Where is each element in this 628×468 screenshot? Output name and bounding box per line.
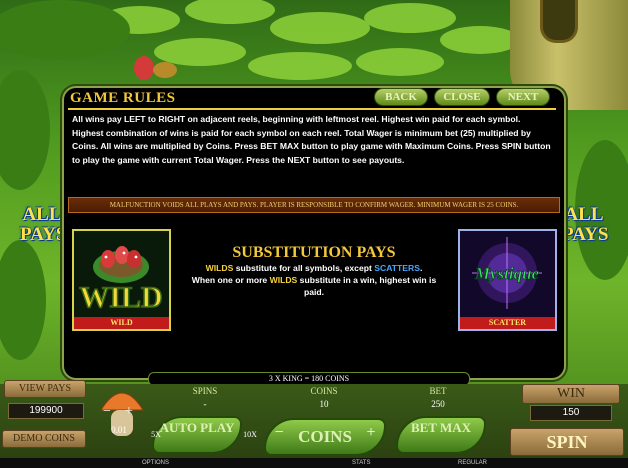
substitution-text-part: substitute in a win, highest win is paid… — [297, 275, 437, 297]
bet-max-label: BET MAX — [410, 420, 472, 435]
substitution-title: SUBSTITUTION PAYS — [232, 244, 396, 261]
autoplay-10x-button[interactable]: 10X — [240, 430, 260, 439]
substitution-text-part: substitute for all symbols, except — [233, 263, 375, 273]
regular-link[interactable]: REGULAR — [458, 458, 487, 468]
substitution-text-part: When one or more — [191, 275, 270, 285]
wild-label: WILD — [74, 317, 169, 329]
coins-minus-button[interactable]: − — [272, 424, 286, 442]
all-pays-left-label: ALL PAYS — [20, 204, 67, 245]
spins-label: SPINS — [192, 386, 218, 396]
next-button[interactable]: NEXT — [496, 88, 550, 106]
scatter-art-text: Mystique — [474, 264, 540, 283]
coin-value-minus-button[interactable]: − — [100, 404, 114, 420]
win-display: 150 — [530, 405, 612, 421]
wild-art-text: WILD — [79, 281, 162, 314]
scatter-symbol-art: Mystique — [472, 237, 542, 309]
balance-display: 199900 — [8, 403, 84, 419]
auto-play-button[interactable]: AUTO PLAY — [152, 416, 242, 454]
substitution-text-part: . — [419, 263, 423, 273]
spins-value: - — [203, 399, 207, 409]
view-pays-button[interactable]: VIEW PAYS — [4, 380, 86, 398]
wild-symbol-art: WILD — [79, 246, 163, 315]
demo-coins-label: DEMO COINS — [2, 430, 86, 448]
bet-label: BET — [429, 386, 447, 396]
spin-button[interactable]: SPIN — [510, 428, 624, 456]
autoplay-5x-button[interactable]: 5X — [148, 430, 164, 439]
win-label: WIN — [522, 384, 620, 404]
status-bar: OPTIONS STATS REGULAR — [0, 458, 628, 468]
stats-link[interactable]: STATS — [352, 458, 370, 468]
wild-symbol-card: WILD WILD — [72, 229, 171, 331]
wilds-highlight: WILDS — [269, 275, 298, 285]
bet-value: 250 — [431, 399, 445, 409]
coins-label: COINS — [310, 386, 338, 396]
malfunction-notice: MALFUNCTION VOIDS ALL PLAYS AND PAYS. PL… — [68, 197, 560, 213]
bet-max-button[interactable]: BET MAX — [396, 416, 486, 454]
coins-value: 10 — [319, 399, 329, 409]
close-button[interactable]: CLOSE — [434, 88, 490, 106]
substitution-text: WILDS substitute for all symbols, except… — [184, 262, 444, 298]
back-button[interactable]: BACK — [374, 88, 428, 106]
options-link[interactable]: OPTIONS — [142, 458, 169, 468]
scatter-symbol-card: Mystique SCATTER — [458, 229, 557, 331]
auto-play-label: AUTO PLAY — [159, 420, 235, 435]
scatters-highlight: SCATTERS — [374, 263, 420, 273]
all-pays-right-label: ALL PAYS — [562, 204, 609, 245]
coin-value-display: 0.01 — [111, 425, 127, 435]
title-divider — [68, 108, 556, 110]
rules-title: GAME RULES — [70, 90, 176, 106]
scatter-label: SCATTER — [460, 317, 555, 329]
coins-plus-button[interactable]: + — [364, 424, 378, 442]
tree-door — [540, 0, 578, 43]
wilds-highlight: WILDS — [205, 263, 234, 273]
coins-button-label: COINS — [298, 427, 352, 446]
coin-value-plus-button[interactable]: + — [122, 404, 136, 420]
rules-text: All wins pay LEFT to RIGHT on adjacent r… — [72, 114, 551, 165]
